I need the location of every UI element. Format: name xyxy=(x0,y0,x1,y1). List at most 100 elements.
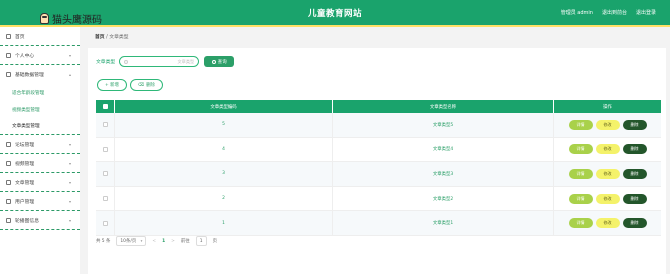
detail-button[interactable]: 详情 xyxy=(568,218,593,229)
chevron-down-icon: ▾ xyxy=(68,142,71,147)
page-unit: 页 xyxy=(212,239,218,244)
add-button[interactable]: + 新增 xyxy=(97,79,127,91)
prev-page-button[interactable]: < xyxy=(152,239,156,244)
cell-code: 1 xyxy=(115,211,333,235)
sidebar-item-article[interactable]: 文章管理 ▾ xyxy=(0,173,80,192)
chevron-down-icon: ▾ xyxy=(68,218,71,223)
sidebar-item-label: 用户管理 xyxy=(15,199,35,205)
sidebar-item-video[interactable]: 视频管理 ▾ xyxy=(0,154,80,173)
goto-page-input[interactable]: 1 xyxy=(195,236,207,246)
chevron-down-icon: ▾ xyxy=(68,53,71,58)
row-checkbox-cell xyxy=(96,186,115,211)
cell-name: 文章类型2 xyxy=(333,186,554,211)
next-page-button[interactable]: > xyxy=(171,239,175,244)
detail-button[interactable]: 详情 xyxy=(568,144,593,155)
page-size-select[interactable]: 10条/页 ▾ xyxy=(116,236,147,246)
carousel-icon xyxy=(6,217,11,223)
search-button[interactable]: 查询 xyxy=(204,56,235,67)
main-content: 首页 / 文章类型 文章类型 文章类型 查询 + 新增 ⌫ 删除 文章类型编码 … xyxy=(83,27,670,274)
cell-actions: 详情 修改 删除 xyxy=(554,162,661,186)
top-bar: 猫头鹰源码 儿童教育网站 管理员 admin 退出到前台 退出登录 xyxy=(0,0,670,26)
trash-icon: ⌫ xyxy=(137,82,145,88)
sidebar-subitem-age-range[interactable]: 适合年龄段管理 xyxy=(0,84,80,101)
video-icon xyxy=(6,160,11,166)
cell-name: 文章类型1 xyxy=(333,211,554,235)
back-to-frontend-link[interactable]: 退出到前台 xyxy=(602,9,627,16)
pagination: 共 5 条 10条/页 ▾ < 1 > 前往 1 页 xyxy=(96,236,217,246)
chevron-down-icon: ▾ xyxy=(140,239,143,243)
edit-button[interactable]: 修改 xyxy=(595,218,620,229)
edit-button[interactable]: 修改 xyxy=(595,193,620,204)
table-header: 文章类型编码 文章类型名称 操作 xyxy=(96,100,661,113)
action-row: + 新增 ⌫ 删除 xyxy=(97,79,163,91)
edit-button[interactable]: 修改 xyxy=(595,144,620,155)
breadcrumb-home[interactable]: 首页 xyxy=(95,35,105,40)
sidebar-item-profile[interactable]: 个人中心 ▾ xyxy=(0,46,80,65)
detail-button[interactable]: 详情 xyxy=(568,119,593,130)
cell-code: 5 xyxy=(115,113,333,137)
forum-icon xyxy=(6,141,11,147)
breadcrumb-current: 文章类型 xyxy=(109,35,129,40)
select-all-cell xyxy=(96,100,115,113)
sidebar-item-label: 个人中心 xyxy=(15,53,35,59)
chevron-down-icon: ▾ xyxy=(68,161,71,166)
row-checkbox-cell xyxy=(96,137,115,162)
row-checkbox-cell xyxy=(96,162,115,186)
search-row: 文章类型 文章类型 查询 xyxy=(96,56,235,67)
chevron-up-icon: ▴ xyxy=(68,72,71,77)
row-checkbox-cell xyxy=(96,113,115,137)
cell-code: 2 xyxy=(115,186,333,211)
logout-link[interactable]: 退出登录 xyxy=(636,9,656,16)
top-right-menu: 管理员 admin 退出到前台 退出登录 xyxy=(561,9,656,16)
sidebar-item-label: 论坛管理 xyxy=(15,142,35,148)
row-checkbox[interactable] xyxy=(102,146,108,152)
edit-button[interactable]: 修改 xyxy=(595,119,620,130)
detail-button[interactable]: 详情 xyxy=(568,193,593,204)
sidebar-item-users[interactable]: 用户管理 ▾ xyxy=(0,192,80,211)
delete-button[interactable]: 删除 xyxy=(622,218,647,229)
sidebar-item-forum[interactable]: 论坛管理 ▾ xyxy=(0,135,80,154)
search-placeholder: 文章类型 xyxy=(177,58,195,64)
home-icon xyxy=(6,33,11,39)
select-all-checkbox[interactable] xyxy=(102,104,108,109)
delete-button[interactable]: 删除 xyxy=(622,193,647,204)
cell-actions: 详情 修改 删除 xyxy=(554,211,661,235)
sidebar-item-carousel[interactable]: 轮播图信息 ▾ xyxy=(0,211,80,230)
table-row: 3 文章类型3 详情 修改 删除 xyxy=(96,162,661,187)
delete-button[interactable]: 删除 xyxy=(622,144,647,155)
table-row: 4 文章类型4 详情 修改 删除 xyxy=(96,137,661,163)
row-checkbox-cell xyxy=(96,211,115,235)
breadcrumb-separator: / xyxy=(106,35,108,40)
delete-button[interactable]: 删除 xyxy=(622,119,647,130)
search-input[interactable]: 文章类型 xyxy=(119,56,200,67)
sidebar-subitem-video-type[interactable]: 视频类型管理 xyxy=(0,101,80,118)
row-checkbox[interactable] xyxy=(102,171,108,177)
sidebar-item-label: 基础数据管理 xyxy=(15,73,44,78)
magnifier-icon xyxy=(211,59,216,64)
edit-button[interactable]: 修改 xyxy=(595,168,620,179)
cell-name: 文章类型3 xyxy=(333,162,554,186)
row-checkbox[interactable] xyxy=(102,122,108,128)
chevron-down-icon: ▾ xyxy=(68,199,71,204)
sidebar-item-home[interactable]: 首页 xyxy=(0,27,80,46)
batch-delete-button[interactable]: ⌫ 删除 xyxy=(129,79,163,91)
sidebar-item-base-data[interactable]: 基础数据管理 ▴ xyxy=(0,65,80,84)
search-button-label: 查询 xyxy=(217,59,227,65)
page-size-value: 10条/页 xyxy=(120,239,137,244)
database-icon xyxy=(6,72,11,77)
search-label: 文章类型 xyxy=(96,60,116,65)
current-page[interactable]: 1 xyxy=(162,239,165,244)
cell-actions: 详情 修改 删除 xyxy=(554,138,661,162)
cell-name: 文章类型5 xyxy=(333,113,554,137)
cell-name: 文章类型4 xyxy=(333,137,554,162)
batch-delete-label: 删除 xyxy=(146,83,155,88)
chevron-down-icon: ▾ xyxy=(68,180,71,185)
cell-code: 3 xyxy=(115,162,333,186)
user-icon xyxy=(6,52,11,58)
row-checkbox[interactable] xyxy=(102,196,108,202)
delete-button[interactable]: 删除 xyxy=(622,168,647,179)
header-actions: 操作 xyxy=(603,104,612,110)
row-checkbox[interactable] xyxy=(102,220,108,226)
detail-button[interactable]: 详情 xyxy=(568,168,593,179)
sidebar-subitem-article-type[interactable]: 文章类型管理 xyxy=(0,118,80,135)
